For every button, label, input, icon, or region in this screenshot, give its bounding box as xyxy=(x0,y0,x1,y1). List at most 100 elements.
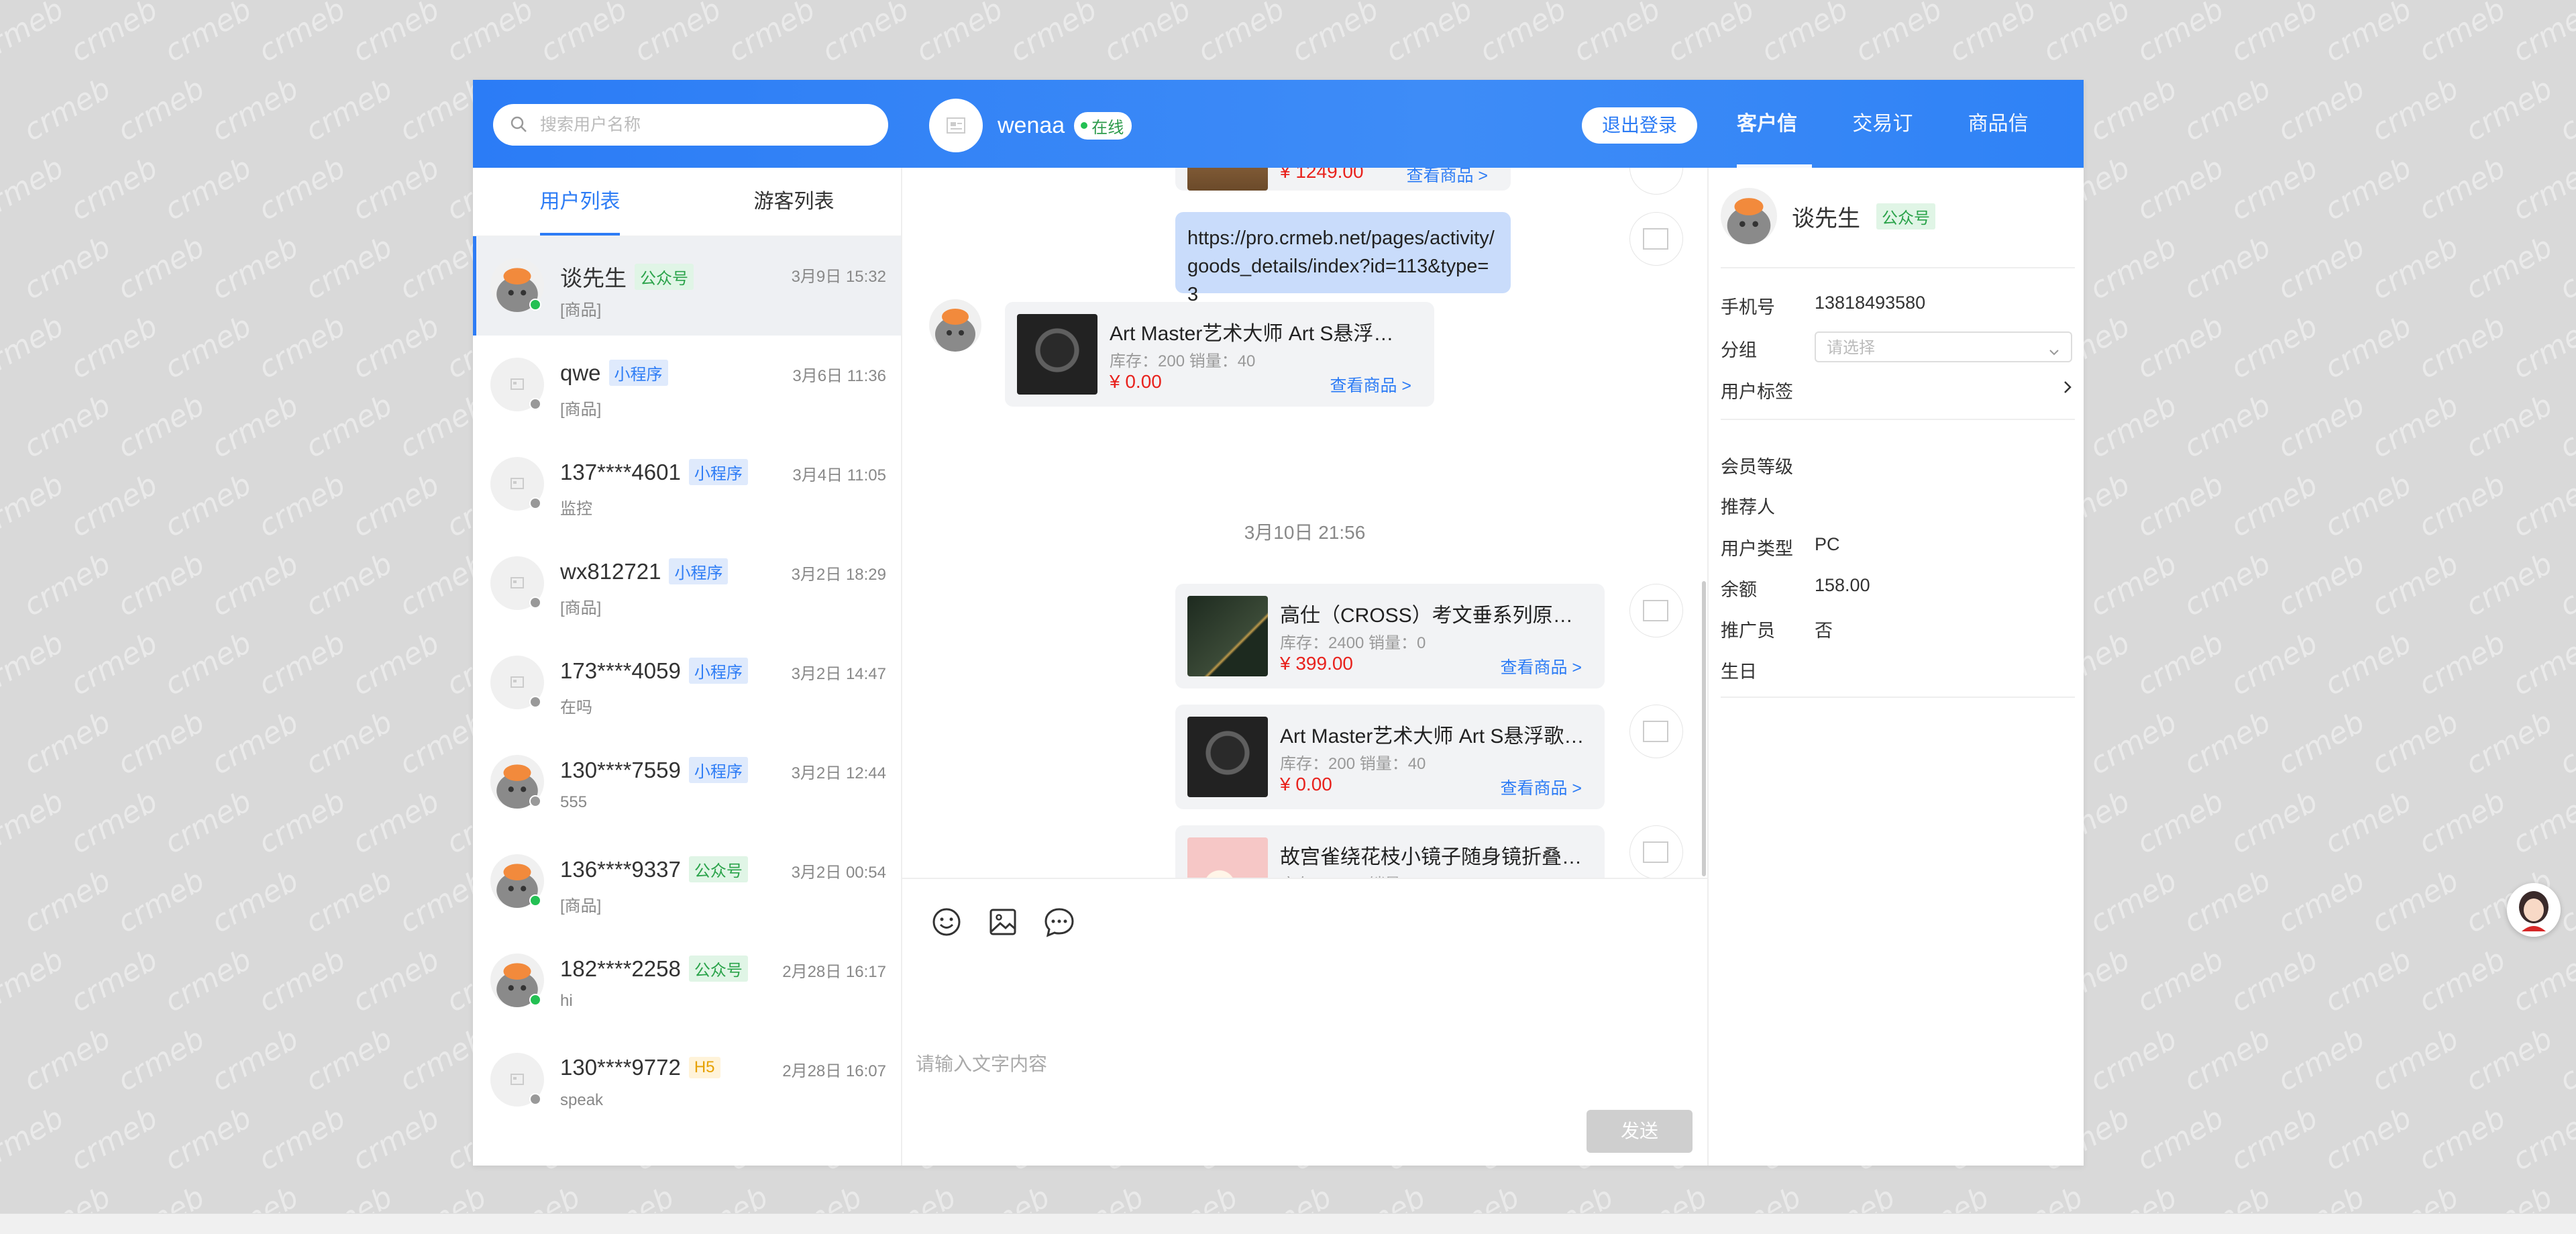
user-list-item[interactable]: wx812721 小程序 3月2日 18:29 [商品] xyxy=(473,534,901,633)
watermark-text: crmeb xyxy=(2131,1100,2230,1178)
tab-orders[interactable]: 交易订单 xyxy=(1852,80,1927,223)
watermark-text: crmeb xyxy=(64,625,164,703)
watermark-text: crmeb xyxy=(2365,1021,2465,1098)
watermark-text: crmeb xyxy=(2506,467,2576,544)
referrer-label: 推荐人 xyxy=(1721,497,1775,517)
watermark-text: crmeb xyxy=(2131,784,2230,861)
watermark-text: crmeb xyxy=(64,1100,164,1178)
user-last-time: 3月2日 00:54 xyxy=(791,864,886,882)
product-title: Art Master艺术大师 Art S悬浮歌… xyxy=(1280,725,1585,748)
send-button[interactable]: 发送 xyxy=(1587,1110,1693,1153)
user-type-value: PC xyxy=(1815,534,1840,554)
user-name-row: 137****4601 小程序 xyxy=(560,459,748,485)
watermark-text: crmeb xyxy=(2178,546,2277,623)
watermark-text: crmeb xyxy=(252,625,352,703)
view-product-link[interactable]: 查看商品 > xyxy=(1500,775,1582,799)
watermark-text: crmeb xyxy=(2459,546,2559,623)
watermark-text: crmeb xyxy=(2084,863,2183,940)
group-select[interactable]: 请选择 xyxy=(1815,331,2072,362)
logout-button[interactable]: 退出登录 xyxy=(1582,107,1697,144)
watermark-text: crmeb xyxy=(2037,0,2136,69)
user-last-message: speak xyxy=(560,1091,604,1109)
watermark-text: crmeb xyxy=(2084,705,2183,782)
watermark-text: crmeb xyxy=(2365,229,2465,307)
user-list-item[interactable]: qwe 小程序 3月6日 11:36 [商品] xyxy=(473,336,901,435)
user-list-item[interactable]: 137****4601 小程序 3月4日 11:05 监控 xyxy=(473,435,901,534)
user-name-row: 谈先生 公众号 xyxy=(560,260,694,293)
status-dot-icon xyxy=(529,894,541,907)
user-name-row: wx812721 小程序 xyxy=(560,558,729,584)
quick-reply-icon[interactable] xyxy=(1042,905,1077,939)
user-search-box[interactable] xyxy=(493,104,888,146)
user-list-item[interactable]: 130****9772 H5 2月28日 16:07 speak xyxy=(473,1031,901,1130)
promoter-value: 否 xyxy=(1815,621,1833,641)
divider xyxy=(1721,697,2075,698)
outgoing-product-card[interactable]: 故宫雀绕花枝小镜子随身镜折叠镜…库存：1919 销量：126¥ 68.00查看商… xyxy=(1175,825,1605,879)
watermark-text: crmeb xyxy=(346,625,445,703)
watermark-text: crmeb xyxy=(2178,705,2277,782)
user-name-row: 130****7559 小程序 xyxy=(560,757,748,783)
status-dot-icon xyxy=(529,597,541,609)
watermark-text: crmeb xyxy=(111,546,211,623)
view-product-link[interactable]: 查看商品 > xyxy=(1500,654,1582,678)
tab-products[interactable]: 商品信息 xyxy=(1968,80,2043,223)
user-channel-badge: 公众号 xyxy=(688,956,748,982)
user-tags-label[interactable]: 用户标签 xyxy=(1721,377,1793,403)
view-product-link[interactable]: 查看商品 > xyxy=(1406,168,1488,187)
url-message-bubble[interactable]: https://pro.crmeb.net/pages/activity/goo… xyxy=(1175,212,1511,305)
user-list-item[interactable]: 130****7559 小程序 3月2日 12:44 555 xyxy=(473,733,901,832)
user-last-time: 3月2日 12:44 xyxy=(791,764,886,782)
watermark-text: crmeb xyxy=(0,942,70,1019)
watermark-text: crmeb xyxy=(2506,150,2576,227)
watermark-text: crmeb xyxy=(0,150,70,227)
watermark-text: crmeb xyxy=(2365,546,2465,623)
outgoing-product-card[interactable]: 高仕（CROSS）考文垂系列原子… 库存：2400 销量：0 ¥ 399.00 查看商… xyxy=(1175,584,1605,688)
watermark-text: crmeb xyxy=(111,863,211,940)
watermark-text: crmeb xyxy=(1004,0,1103,69)
user-avatar xyxy=(490,854,544,908)
header-tabs: 客户信息 交易订单 商品信息 xyxy=(1737,80,2084,223)
chat-scrollbar[interactable] xyxy=(1702,581,1706,876)
product-card-partial[interactable]: ¥ 1249.00 查看商品 > xyxy=(1175,168,1511,191)
watermark-text: crmeb xyxy=(2412,625,2512,703)
user-list-item[interactable]: 182****2258 公众号 2月28日 16:17 hi xyxy=(473,931,901,1031)
emoji-icon[interactable] xyxy=(929,905,964,939)
user-list-item[interactable]: 136****9337 公众号 3月2日 00:54 [商品] xyxy=(473,832,901,931)
watermark-text: crmeb xyxy=(2224,942,2324,1019)
user-channel-badge: 小程序 xyxy=(669,558,729,584)
message-input[interactable] xyxy=(914,1048,1695,1145)
watermark-text: crmeb xyxy=(2178,229,2277,307)
chevron-right-icon[interactable] xyxy=(2060,377,2075,401)
watermark-text: crmeb xyxy=(0,784,70,861)
user-name: 173****4059 xyxy=(560,658,681,683)
outgoing-product-card[interactable]: Art Master艺术大师 Art S悬浮歌… 库存：200 销量：40 ¥ 0.… xyxy=(1175,705,1605,809)
customer-channel-badge: 公众号 xyxy=(1876,203,1935,229)
status-dot-icon xyxy=(529,994,541,1006)
watermark-text: crmeb xyxy=(2553,229,2576,307)
user-last-time: 3月9日 15:32 xyxy=(791,268,886,286)
status-dot-icon xyxy=(529,299,541,311)
watermark-text: crmeb xyxy=(2365,705,2465,782)
user-avatar xyxy=(490,358,544,411)
watermark-text: crmeb xyxy=(2271,71,2371,148)
watermark-text: crmeb xyxy=(64,942,164,1019)
watermark-text: crmeb xyxy=(2459,1021,2559,1098)
incoming-product-card[interactable]: Art Master艺术大师 Art S悬浮歌… 库存：200 销量：40 ¥ … xyxy=(1005,302,1434,407)
tab-guest-list[interactable]: 游客列表 xyxy=(687,168,901,236)
time-divider: 3月10日 21:56 xyxy=(1244,522,1366,543)
watermark-text: crmeb xyxy=(2178,1021,2277,1098)
search-input[interactable] xyxy=(539,114,863,136)
watermark-text: crmeb xyxy=(2412,0,2512,69)
view-product-link[interactable]: 查看商品 > xyxy=(1330,372,1411,397)
watermark-text: crmeb xyxy=(252,467,352,544)
watermark-text: crmeb xyxy=(816,0,915,69)
user-list-item[interactable]: 173****4059 小程序 3月2日 14:47 在吗 xyxy=(473,633,901,733)
horizontal-scrollbar[interactable] xyxy=(0,1213,2576,1234)
user-list-item[interactable]: 谈先生 公众号 3月9日 15:32 [商品] xyxy=(473,236,901,336)
floating-service-avatar[interactable] xyxy=(2507,883,2561,937)
tab-user-list[interactable]: 用户列表 xyxy=(473,168,687,236)
tab-customer-info[interactable]: 客户信息 xyxy=(1737,80,1813,223)
user-last-message: hi xyxy=(560,992,573,1010)
watermark-text: crmeb xyxy=(205,1021,305,1098)
image-icon[interactable] xyxy=(985,905,1020,939)
